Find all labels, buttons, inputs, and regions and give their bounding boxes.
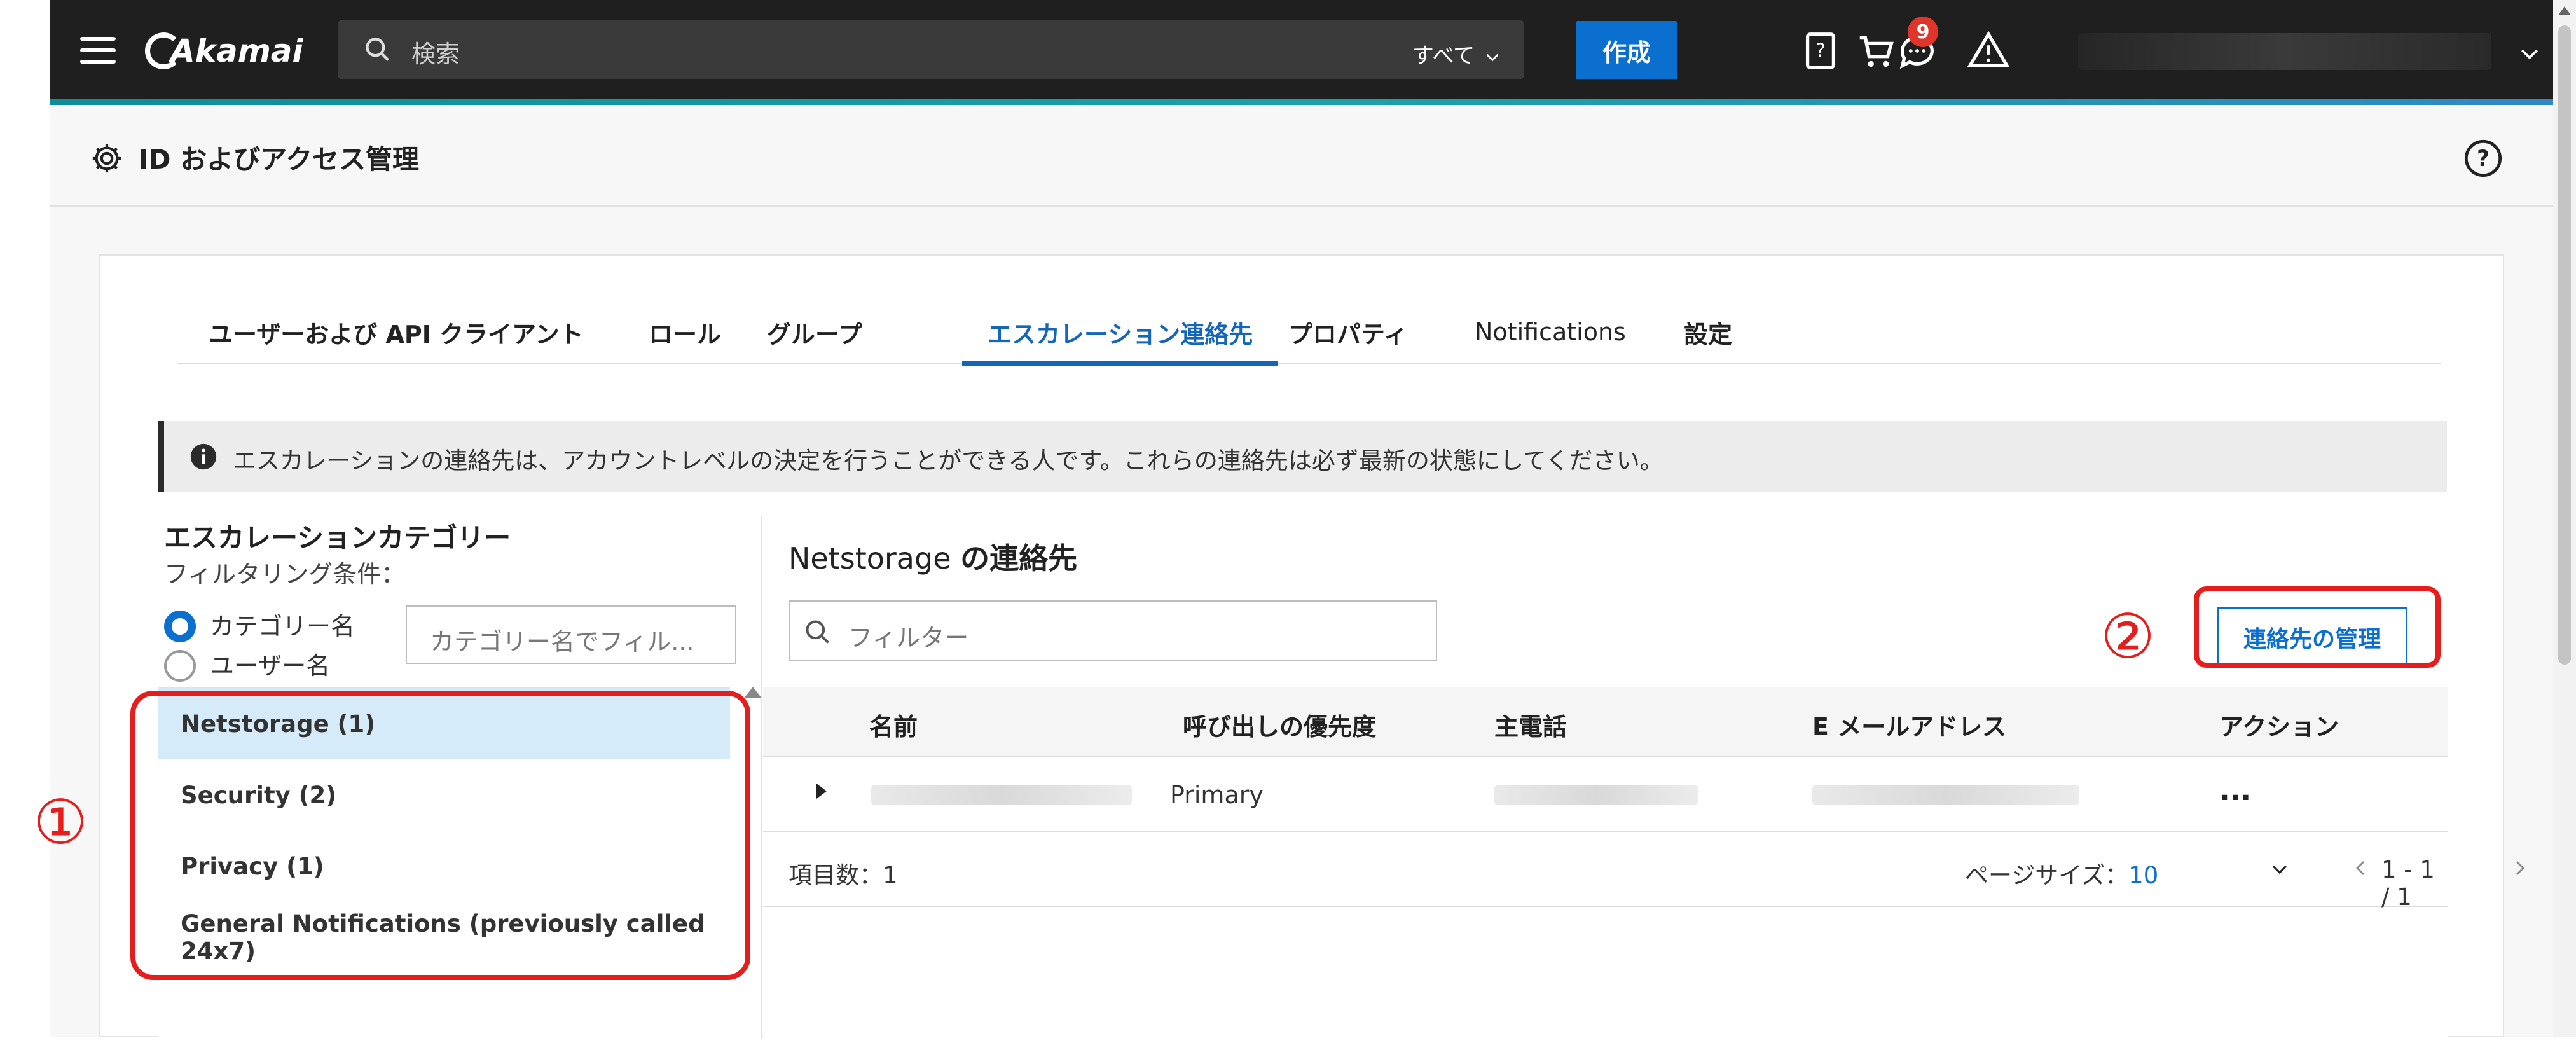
account-name-redacted[interactable] [2078,33,2491,70]
contacts-title: Netstorage の連絡先 [789,535,1077,577]
list-scroll-up-icon[interactable] [744,687,762,698]
help-book-icon[interactable]: ? [1798,29,1843,73]
contacts-title-category: Netstorage [789,541,951,576]
tab-roles[interactable]: ロール [649,300,721,364]
info-banner: エスカレーションの連絡先は、アカウントレベルの決定を行うことができる人です。これ… [158,421,2447,492]
page-size-selector[interactable]: ページサイズ：10 [1965,856,2158,890]
contacts-table-header: 名前 呼び出しの優先度 主電話 E メールアドレス アクション [763,687,2448,757]
page-title: ID およびアクセス管理 [139,144,420,175]
svg-text:?: ? [1815,39,1825,61]
chevron-down-icon[interactable] [2517,41,2542,66]
col-name[interactable]: 名前 [869,707,918,742]
category-heading: エスカレーションカテゴリー [164,522,511,553]
category-filter-placeholder: カテゴリー名でフィル... [430,628,694,656]
tab-bar: ユーザーおよび API クライアント ロール グループ エスカレーション連絡先 … [177,300,2441,366]
search-scope-label: すべて [1412,43,1475,69]
col-call-priority[interactable]: 呼び出しの優先度 [1183,707,1376,742]
contacts-filter-placeholder: フィルター [848,624,969,652]
phone-redacted [1494,785,1698,805]
annotation-box-categories [130,691,750,980]
contacts-filter-input[interactable]: フィルター [789,600,1437,661]
gear-icon [92,144,121,173]
chevron-right-icon[interactable] [2512,859,2528,878]
row-actions-menu[interactable]: ... [2219,775,2251,807]
scrollbar-thumb[interactable] [2558,25,2571,665]
tab-escalation-contacts[interactable]: エスカレーション連絡先 [961,300,1279,366]
brand-accent-bar [50,99,2553,105]
info-icon [190,443,217,470]
svg-text:?: ? [2477,146,2490,172]
tab-settings[interactable]: 設定 [1684,300,1732,364]
call-priority-value: Primary [1170,781,1264,809]
table-footer: 項目数：1 ページサイズ：10 1 - 1 / 1 [763,832,2524,911]
col-email[interactable]: E メールアドレス [1812,707,2006,742]
info-text: エスカレーションの連絡先は、アカウントレベルの決定を行うことができる人です。これ… [233,447,1663,474]
pagination-range: 1 - 1 / 1 [2381,856,2435,911]
cart-icon[interactable] [1854,29,1899,73]
filter-heading: フィルタリング条件： [164,560,406,588]
chevron-left-icon[interactable] [2352,859,2369,878]
col-primary-phone[interactable]: 主電話 [1494,707,1567,742]
create-button[interactable]: 作成 [1576,21,1677,79]
top-nav: Akamai 検索 すべて 作成 ? 9 [50,0,2553,105]
annotation-box-manage-button [2194,586,2441,668]
page-scrollbar[interactable] [2553,0,2576,1037]
contact-name-redacted [871,785,1132,805]
global-search[interactable]: 検索 すべて [338,20,1524,79]
radio-category-label[interactable]: カテゴリー名 [210,607,355,642]
notification-badge: 9 [1908,17,1938,47]
item-count: 項目数：1 [789,862,898,889]
chevron-down-icon[interactable] [2270,860,2289,879]
email-redacted [1812,785,2079,805]
tab-users-api-clients[interactable]: ユーザーおよび API クライアント [209,300,584,364]
help-icon[interactable]: ? [2463,138,2504,179]
radio-category-name[interactable] [164,611,196,642]
annotation-marker-1: ① [33,787,88,858]
logo-text: Akamai [170,32,303,69]
tab-notifications[interactable]: Notifications [1475,300,1626,364]
left-margin [0,0,50,1037]
hamburger-menu-icon[interactable] [80,37,116,64]
table-row: Primary ... [763,757,2448,832]
page-size-label: ページサイズ： [1965,862,2129,889]
akamai-logo[interactable]: Akamai [145,25,303,76]
tab-properties[interactable]: プロパティ [1288,300,1408,364]
col-actions: アクション [2219,713,2339,741]
search-placeholder: 検索 [411,40,460,68]
expand-row-icon[interactable] [816,784,827,799]
radio-user-name[interactable] [164,650,196,682]
search-icon [366,38,390,62]
category-filter-input[interactable]: カテゴリー名でフィル... [406,605,736,664]
chevron-down-icon [1486,53,1499,61]
contacts-title-suffix: の連絡先 [960,541,1078,576]
page-header: ID およびアクセス管理 ? [50,111,2553,207]
warning-icon[interactable] [1966,29,2011,73]
search-scope-dropdown[interactable]: すべて [1412,38,1501,69]
scroll-up-icon[interactable] [2558,6,2571,15]
radio-user-label[interactable]: ユーザー名 [210,646,330,681]
page-size-value: 10 [2128,862,2159,889]
tab-groups[interactable]: グループ [767,300,862,364]
annotation-marker-2: ② [2100,601,2156,672]
search-icon [806,620,829,644]
